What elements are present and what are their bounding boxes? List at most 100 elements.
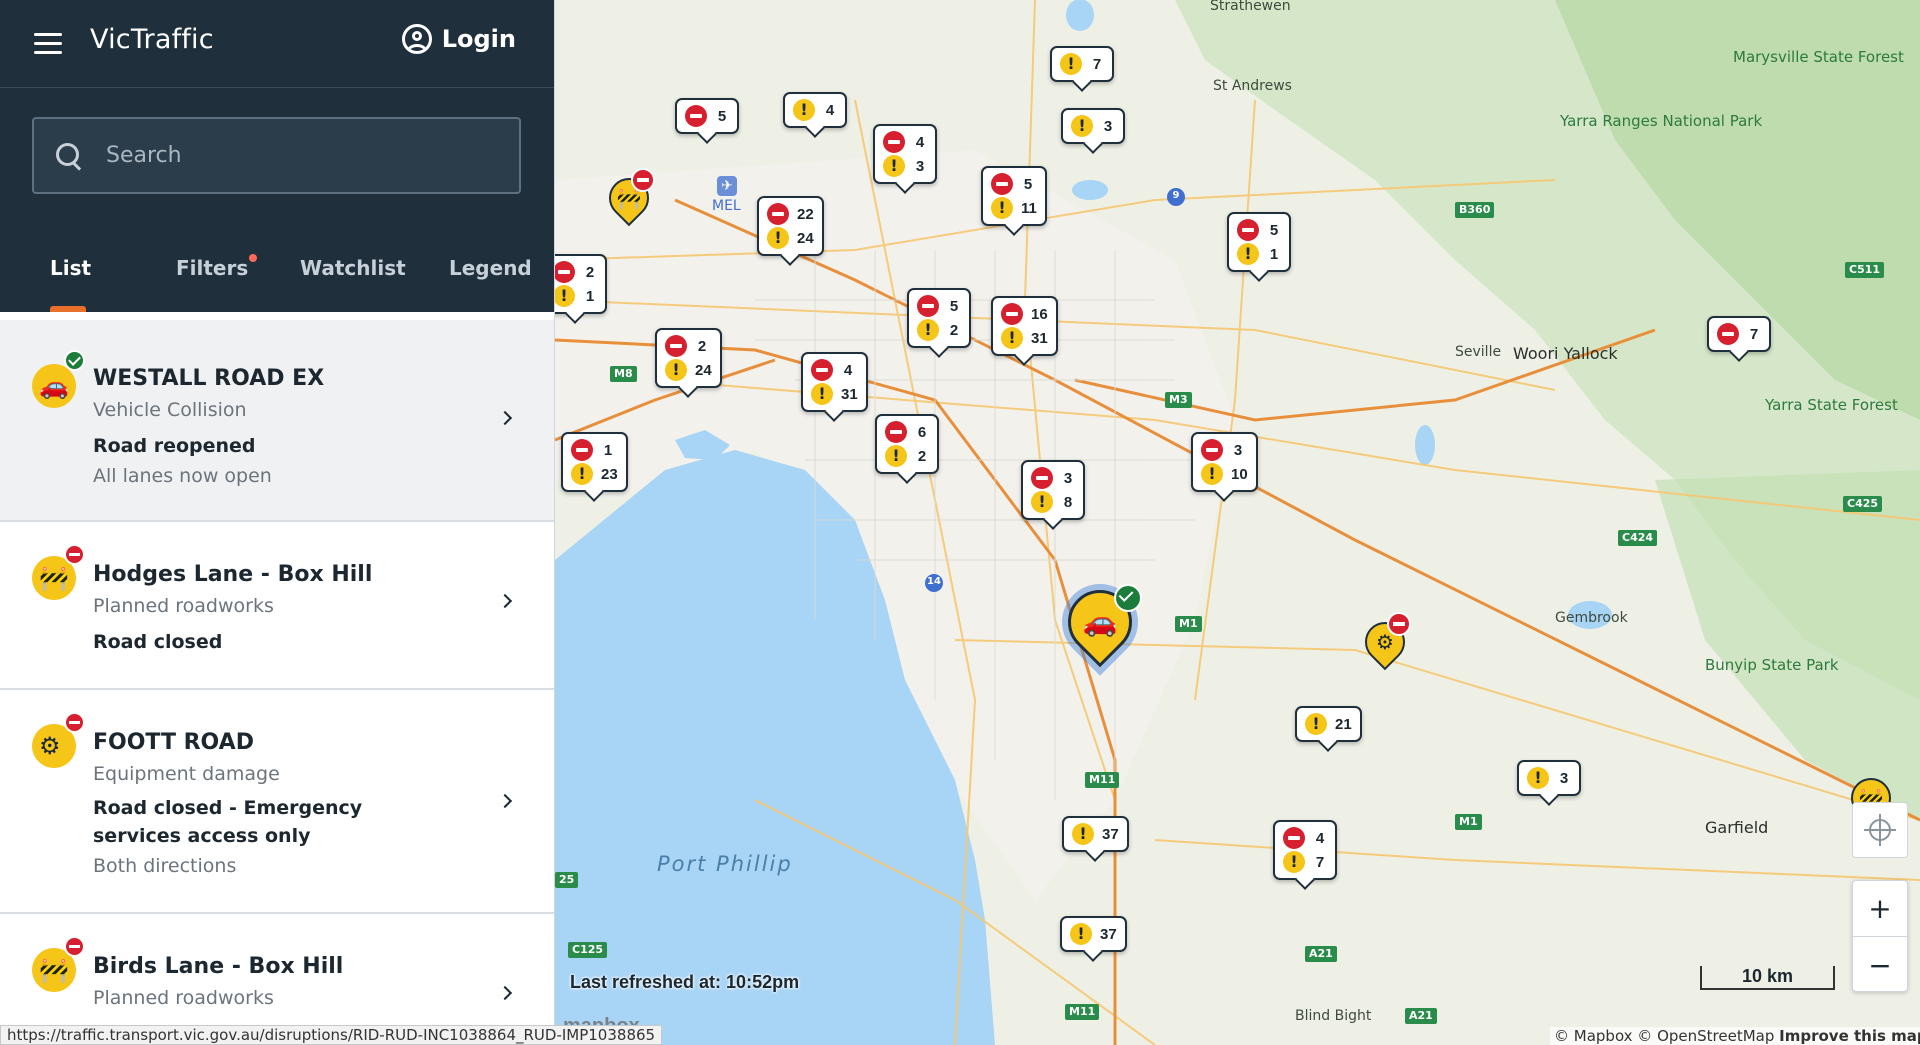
list-item[interactable]: 🚧 Hodges Lane - Box Hill Planned roadwor… (0, 522, 554, 690)
warning-icon: ! (883, 155, 905, 177)
road-closed-icon (1283, 827, 1305, 849)
road-shield: 14 (925, 574, 943, 592)
road-shield: C425 (1843, 496, 1883, 512)
cluster-marker[interactable]: 5 ! 2 (907, 288, 971, 348)
road-shield: 9 (1167, 188, 1185, 206)
map-canvas[interactable]: Strathewen St Andrews Marysville State F… (555, 0, 1920, 1045)
menu-icon[interactable] (34, 33, 62, 55)
warning-count: 11 (1021, 199, 1037, 217)
cluster-marker[interactable]: ! 4 (783, 92, 847, 128)
search-input[interactable] (106, 143, 506, 168)
list-item[interactable]: 🚗 WESTALL ROAD EX Vehicle Collision Road… (0, 320, 554, 522)
road-closed-icon (1031, 467, 1053, 489)
warning-count: 37 (1100, 925, 1117, 943)
cluster-marker[interactable]: ! 37 (1062, 816, 1129, 852)
place-label: Blind Bight (1295, 1008, 1372, 1024)
top-bar: VicTraffic Login List Filters Watchlist … (0, 0, 554, 312)
cluster-marker[interactable]: ! 37 (1060, 916, 1127, 952)
cluster-marker[interactable]: 2 ! 1 (555, 254, 607, 314)
cluster-marker[interactable]: 22 ! 24 (757, 196, 824, 256)
closure-count: 2 (585, 263, 595, 281)
warning-icon: ! (1305, 713, 1327, 735)
road-closed-icon (571, 439, 593, 461)
closure-count: 4 (1315, 829, 1325, 847)
tab-list[interactable]: List (50, 256, 91, 280)
closure-count: 5 (1269, 221, 1279, 239)
place-label: Seville (1455, 344, 1502, 360)
item-type: Vehicle Collision (93, 399, 247, 421)
cluster-marker[interactable]: ! 3 (1061, 108, 1125, 144)
warning-count: 1 (585, 287, 595, 305)
warning-count: 10 (1231, 465, 1248, 483)
cluster-marker[interactable]: 4 ! 7 (1273, 820, 1337, 880)
water-label: Port Phillip (657, 852, 793, 876)
warning-count: 2 (917, 447, 927, 465)
warning-count: 7 (1315, 853, 1325, 871)
cluster-marker[interactable]: 6 ! 2 (875, 414, 939, 474)
list-item[interactable]: ⚙ FOOTT ROAD Equipment damage Road close… (0, 690, 554, 914)
cluster-marker[interactable]: 4 ! 31 (801, 352, 868, 412)
closure-count: 22 (797, 205, 814, 223)
cluster-marker[interactable]: ! 7 (1050, 46, 1114, 82)
zoom-out-button[interactable]: − (1853, 937, 1907, 993)
warning-icon: ! (1070, 923, 1092, 945)
locate-me-button[interactable] (1852, 802, 1908, 858)
cluster-marker[interactable]: 5 ! 1 (1227, 212, 1291, 272)
warning-icon: ! (1060, 53, 1082, 75)
cluster-marker[interactable]: 16 ! 31 (991, 296, 1058, 356)
place-label: St Andrews (1213, 78, 1292, 94)
cluster-marker[interactable]: 7 (1707, 316, 1771, 352)
road-closed-icon (1237, 219, 1259, 241)
cluster-marker[interactable]: 3 ! 8 (1021, 460, 1085, 520)
item-note: Both directions (93, 855, 237, 877)
warning-icon: ! (1201, 463, 1223, 485)
warning-icon: ! (555, 285, 575, 307)
cluster-marker[interactable]: ! 3 (1517, 760, 1581, 796)
cluster-marker[interactable]: 3 ! 10 (1191, 432, 1258, 492)
airport-icon: ✈ (717, 176, 737, 196)
tab-filters[interactable]: Filters (176, 254, 258, 280)
road-shield: M3 (1165, 392, 1192, 408)
closed-status-icon (631, 168, 655, 192)
map-attribution: © Mapbox © OpenStreetMap Improve this ma… (1550, 1027, 1920, 1045)
warning-count: 23 (601, 465, 618, 483)
park-label: Yarra Ranges National Park (1560, 112, 1763, 130)
filter-active-dot (249, 254, 258, 262)
cluster-marker[interactable]: 5 ! 11 (981, 166, 1047, 226)
chevron-right-icon (497, 410, 513, 426)
warning-icon: ! (811, 383, 833, 405)
place-label: Strathewen (1210, 0, 1291, 14)
warning-count: 31 (1031, 329, 1048, 347)
tab-legend[interactable]: Legend (449, 256, 532, 280)
warning-count: 4 (825, 101, 835, 119)
search-box[interactable] (32, 117, 521, 194)
cluster-marker[interactable]: 1 ! 23 (561, 432, 628, 492)
login-button[interactable]: Login (401, 24, 516, 54)
warning-count: 3 (1559, 769, 1569, 787)
zoom-in-button[interactable]: + (1853, 881, 1907, 937)
warning-count: 3 (915, 157, 925, 175)
closure-count: 4 (915, 133, 925, 151)
warning-count: 3 (1103, 117, 1113, 135)
item-type: Planned roadworks (93, 595, 274, 617)
road-shield: 25 (555, 872, 579, 888)
road-closed-icon (555, 261, 575, 283)
warning-count: 31 (841, 385, 858, 403)
login-label: Login (441, 25, 516, 53)
warning-icon: ! (1001, 327, 1023, 349)
closure-count: 6 (917, 423, 927, 441)
cluster-marker[interactable]: ! 21 (1295, 706, 1362, 742)
tab-watchlist[interactable]: Watchlist (300, 256, 406, 280)
road-shield: M11 (1085, 772, 1120, 788)
road-closed-icon (991, 173, 1013, 195)
improve-map-link[interactable]: Improve this map (1779, 1027, 1920, 1045)
cluster-marker[interactable]: 4 ! 3 (873, 124, 937, 184)
cluster-marker[interactable]: 5 (675, 98, 739, 134)
park-label: Yarra State Forest (1765, 396, 1898, 414)
item-title: Hodges Lane - Box Hill (93, 562, 373, 587)
disruption-list: 🚗 WESTALL ROAD EX Vehicle Collision Road… (0, 312, 554, 1045)
closure-count: 2 (697, 337, 707, 355)
warning-icon: ! (917, 319, 939, 341)
cluster-marker[interactable]: 2 ! 24 (655, 328, 722, 388)
airport-label: MEL (712, 198, 741, 214)
